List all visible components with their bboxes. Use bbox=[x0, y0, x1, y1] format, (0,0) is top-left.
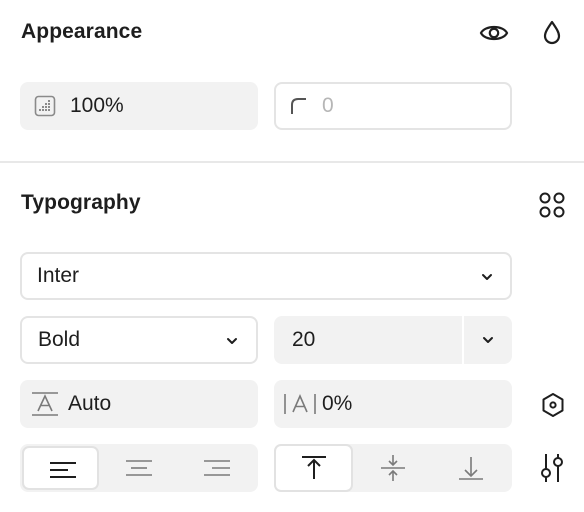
valign-middle-button[interactable] bbox=[354, 446, 432, 490]
font-size-separator bbox=[462, 316, 464, 364]
opacity-value: 100% bbox=[70, 94, 124, 117]
align-center-button[interactable] bbox=[100, 446, 179, 490]
align-top-icon bbox=[302, 456, 326, 479]
vertical-align-control bbox=[274, 444, 512, 492]
letter-spacing-field[interactable]: 0% bbox=[274, 380, 512, 428]
eye-icon[interactable] bbox=[478, 20, 510, 46]
corner-radius-icon bbox=[291, 98, 306, 114]
typography-title: Typography bbox=[21, 191, 141, 214]
align-left-icon bbox=[50, 462, 76, 478]
opacity-field[interactable]: 100% bbox=[20, 82, 258, 130]
corner-radius-field[interactable]: 0 bbox=[274, 82, 512, 130]
letter-spacing-icon bbox=[284, 394, 316, 414]
chevron-down-icon[interactable] bbox=[481, 334, 495, 346]
font-size-value: 20 bbox=[292, 328, 316, 351]
font-weight-value: Bold bbox=[38, 328, 81, 351]
hexagon-icon[interactable] bbox=[540, 392, 566, 418]
valign-top-button[interactable] bbox=[274, 444, 353, 492]
styles-grid-icon[interactable] bbox=[538, 191, 566, 219]
font-family-value: Inter bbox=[37, 264, 80, 287]
section-divider bbox=[0, 161, 584, 163]
align-center-icon bbox=[126, 460, 152, 476]
chevron-down-icon bbox=[227, 338, 237, 344]
align-right-icon bbox=[204, 460, 230, 476]
align-middle-icon bbox=[381, 455, 405, 481]
chevron-down-icon bbox=[482, 274, 492, 280]
droplet-icon[interactable] bbox=[540, 18, 564, 48]
letter-spacing-value: 0% bbox=[322, 392, 353, 415]
align-left-button[interactable] bbox=[22, 446, 99, 490]
corner-radius-value: 0 bbox=[322, 94, 334, 117]
text-align-control bbox=[20, 444, 258, 492]
opacity-icon bbox=[34, 95, 56, 117]
line-height-value: Auto bbox=[68, 392, 112, 415]
line-height-icon bbox=[32, 392, 58, 416]
sliders-icon[interactable] bbox=[538, 452, 566, 484]
align-right-button[interactable] bbox=[179, 446, 256, 490]
font-family-select[interactable]: Inter bbox=[20, 252, 512, 300]
font-weight-select[interactable]: Bold bbox=[20, 316, 258, 364]
font-size-field[interactable]: 20 bbox=[274, 316, 512, 364]
align-bottom-icon bbox=[459, 457, 483, 480]
line-height-field[interactable]: Auto bbox=[20, 380, 258, 428]
valign-bottom-button[interactable] bbox=[433, 446, 510, 490]
appearance-title: Appearance bbox=[21, 20, 143, 43]
